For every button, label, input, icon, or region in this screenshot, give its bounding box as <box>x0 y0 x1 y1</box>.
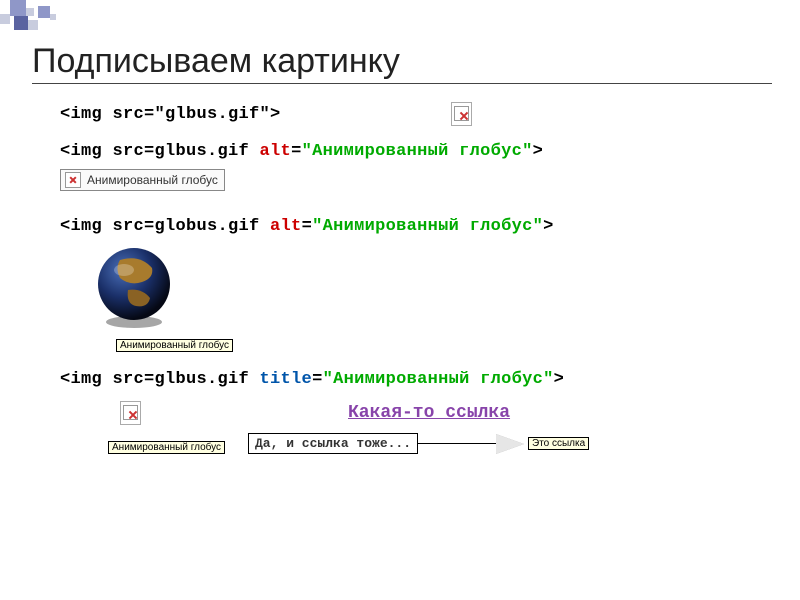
alt-text-label: Анимированный глобус <box>87 173 218 187</box>
corner-decoration <box>0 0 140 40</box>
broken-image-placeholder <box>451 102 472 126</box>
code-example-4: <img src=glbus.gif title="Анимированный … <box>60 370 788 389</box>
title-tooltip-image: Анимированный глобус <box>108 441 225 454</box>
arrow-head-icon <box>496 434 524 454</box>
title-tooltip-link: Это ссылка <box>528 437 589 450</box>
broken-image-placeholder <box>120 401 141 425</box>
broken-image-icon <box>65 172 81 188</box>
example-link[interactable]: Какая-то ссылка <box>348 403 510 423</box>
alt-text-placeholder: Анимированный глобус <box>60 169 225 191</box>
arrow-label: Да, и ссылка тоже... <box>248 433 418 454</box>
globe-image-container: Анимированный глобус <box>90 242 186 352</box>
image-tooltip: Анимированный глобус <box>116 339 233 352</box>
code-example-3: <img src=globus.gif alt="Анимированный г… <box>60 217 788 236</box>
page-title: Подписываем картинку <box>32 42 772 84</box>
broken-image-icon <box>123 405 138 420</box>
code-example-2: <img src=glbus.gif alt="Анимированный гл… <box>60 142 788 161</box>
globe-image <box>90 242 180 332</box>
arrow-annotation: Да, и ссылка тоже... <box>248 433 524 454</box>
broken-image-icon <box>454 106 469 121</box>
code-example-1: <img src="glbus.gif"> <box>60 105 281 124</box>
